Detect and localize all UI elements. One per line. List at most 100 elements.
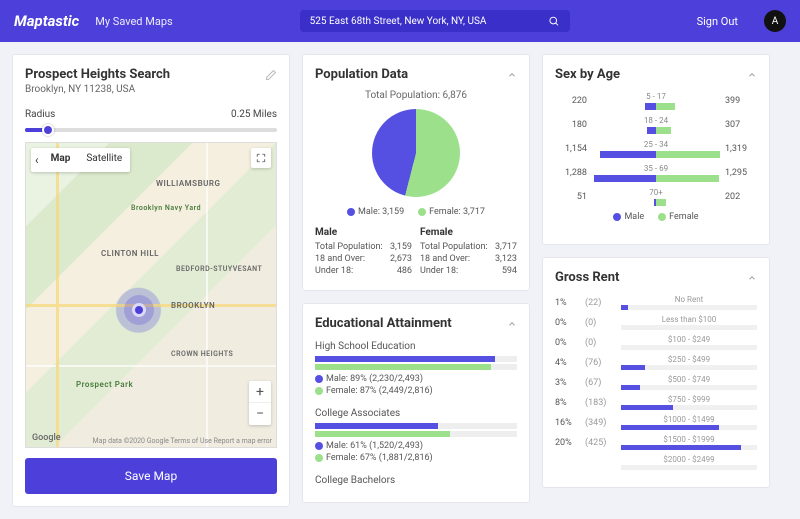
rent-range-label: $2000 - $2499 xyxy=(621,455,757,464)
age-female-count: 1,319 xyxy=(725,144,757,154)
map-label: BEDFORD-STUYVESANT xyxy=(176,265,262,273)
rent-range-label: No Rent xyxy=(621,295,757,304)
rent-row: 1% (22) No Rent xyxy=(555,295,757,310)
age-range-label: 18 - 24 xyxy=(592,116,720,125)
avatar[interactable]: A xyxy=(764,10,786,32)
map-type-toggle[interactable]: ‹ Map Satellite xyxy=(31,148,130,172)
zoom-in-button[interactable]: + xyxy=(249,381,271,403)
rent-row: 0% (0) Less than $100 xyxy=(555,315,757,330)
rent-count: (67) xyxy=(585,378,615,388)
population-pie-chart xyxy=(372,109,460,197)
search-title: Prospect Heights Search xyxy=(25,67,170,82)
rent-card: Gross Rent 1%(22)No Rent0%(0)Less than $… xyxy=(542,257,770,488)
edu-hs-female: Female: 87% (2,449/2,816) xyxy=(315,386,517,396)
stat-value: 486 xyxy=(397,266,412,276)
edu-hs-male: Male: 89% (2,230/2,493) xyxy=(315,374,517,384)
fullscreen-button[interactable] xyxy=(251,148,271,168)
rent-bar xyxy=(621,445,757,450)
age-row: 5170+202 xyxy=(555,188,757,206)
rent-range-label: Less than $100 xyxy=(621,315,757,324)
edit-icon[interactable] xyxy=(265,69,277,81)
rent-count: (22) xyxy=(585,298,615,308)
chevron-up-icon[interactable] xyxy=(507,70,517,80)
rent-count: (425) xyxy=(585,438,615,448)
legend-male: Male: 3,159 xyxy=(347,207,404,217)
save-map-button[interactable]: Save Map xyxy=(25,458,277,494)
female-header: Female xyxy=(420,227,517,238)
rent-pct: 20% xyxy=(555,438,579,448)
rent-count: (183) xyxy=(585,398,615,408)
edu-ca-title: College Associates xyxy=(315,408,517,419)
rent-pct: 16% xyxy=(555,418,579,428)
age-row: 1,288 35 - 69 1,295 xyxy=(555,164,757,182)
rent-range-label: $750 - $999 xyxy=(621,395,757,404)
age-range-label: 5 - 17 xyxy=(592,92,720,101)
edu-ca-female: Female: 67% (1,881/2,816) xyxy=(315,453,517,463)
google-logo: Google xyxy=(32,433,61,443)
age-range-label: 35 - 69 xyxy=(592,164,720,173)
rent-bar xyxy=(621,365,757,370)
chevron-up-icon[interactable] xyxy=(507,319,517,329)
map-label: CROWN HEIGHTS xyxy=(171,350,233,358)
search-input[interactable] xyxy=(310,16,549,27)
age-row: 18018 - 24307 xyxy=(555,116,757,134)
rent-bar xyxy=(621,385,757,390)
population-card: Population Data Total Population: 6,876 … xyxy=(302,54,530,291)
stat-label: 18 and Over: xyxy=(420,254,470,264)
zoom-out-button[interactable]: − xyxy=(249,403,271,425)
rent-bar xyxy=(621,405,757,410)
rent-count: (0) xyxy=(585,338,615,348)
legend-female: Female: 3,717 xyxy=(418,207,485,217)
age-male-count: 1,154 xyxy=(555,144,587,154)
chevron-up-icon[interactable] xyxy=(747,273,757,283)
age-female-count: 1,295 xyxy=(725,168,757,178)
age-male-count: 1,288 xyxy=(555,168,587,178)
search-icon[interactable] xyxy=(548,15,559,27)
stat-value: 3,717 xyxy=(495,242,517,252)
rent-bar xyxy=(621,325,757,330)
rent-pct: 1% xyxy=(555,298,579,308)
logo[interactable]: Maptastic xyxy=(14,12,79,30)
search-bar[interactable] xyxy=(300,10,570,32)
rent-row: 8%(183)$750 - $999 xyxy=(555,395,757,410)
rent-range-label: $250 - $499 xyxy=(621,355,757,364)
rent-row: 16%(349)$1000 - $1499 xyxy=(555,415,757,430)
sexage-title: Sex by Age xyxy=(555,67,620,82)
age-range-label: 70+ xyxy=(592,188,720,197)
sexage-card: Sex by Age 2205 - 1739918018 - 243071,15… xyxy=(542,54,770,245)
rent-bar xyxy=(621,425,757,430)
legend-male: Male xyxy=(613,212,644,222)
rent-range-label: $1500 - $1999 xyxy=(621,435,757,444)
rent-bar xyxy=(621,305,757,310)
radius-label: Radius xyxy=(25,109,55,120)
nav-my-saved-maps[interactable]: My Saved Maps xyxy=(95,15,172,28)
radius-slider[interactable] xyxy=(25,128,277,132)
rent-count: (0) xyxy=(585,318,615,328)
chevron-up-icon[interactable] xyxy=(747,70,757,80)
stat-value: 2,673 xyxy=(390,254,412,264)
map-label: CLINTON HILL xyxy=(101,249,159,258)
rent-pct: 0% xyxy=(555,318,579,328)
map-label: Brooklyn Navy Yard xyxy=(131,204,201,212)
population-title: Population Data xyxy=(315,67,408,82)
rent-row: $2000 - $2499 xyxy=(555,455,757,470)
chevron-left-icon[interactable]: ‹ xyxy=(31,148,43,172)
rent-row: 3%(67)$500 - $749 xyxy=(555,375,757,390)
map-label: BROOKLYN xyxy=(171,301,215,310)
age-range-label: 25 - 34 xyxy=(592,140,720,149)
legend-female: Female xyxy=(658,212,698,222)
map-viewport[interactable]: BROOKLYN WILLIAMSBURG CLINTON HILL BEDFO… xyxy=(25,142,277,448)
signout-link[interactable]: Sign Out xyxy=(697,15,738,28)
map-label: Prospect Park xyxy=(76,380,133,389)
stat-label: Under 18: xyxy=(420,266,458,276)
rent-pct: 0% xyxy=(555,338,579,348)
stat-label: Total Population: xyxy=(420,242,488,252)
map-type-satellite[interactable]: Satellite xyxy=(78,148,130,172)
rent-range-label: $1000 - $1499 xyxy=(621,415,757,424)
rent-count: (76) xyxy=(585,358,615,368)
map-type-map[interactable]: Map xyxy=(43,148,79,172)
age-bar xyxy=(592,103,720,110)
map-pin[interactable] xyxy=(132,303,146,317)
age-bar xyxy=(592,127,720,134)
edu-hs-title: High School Education xyxy=(315,341,517,352)
